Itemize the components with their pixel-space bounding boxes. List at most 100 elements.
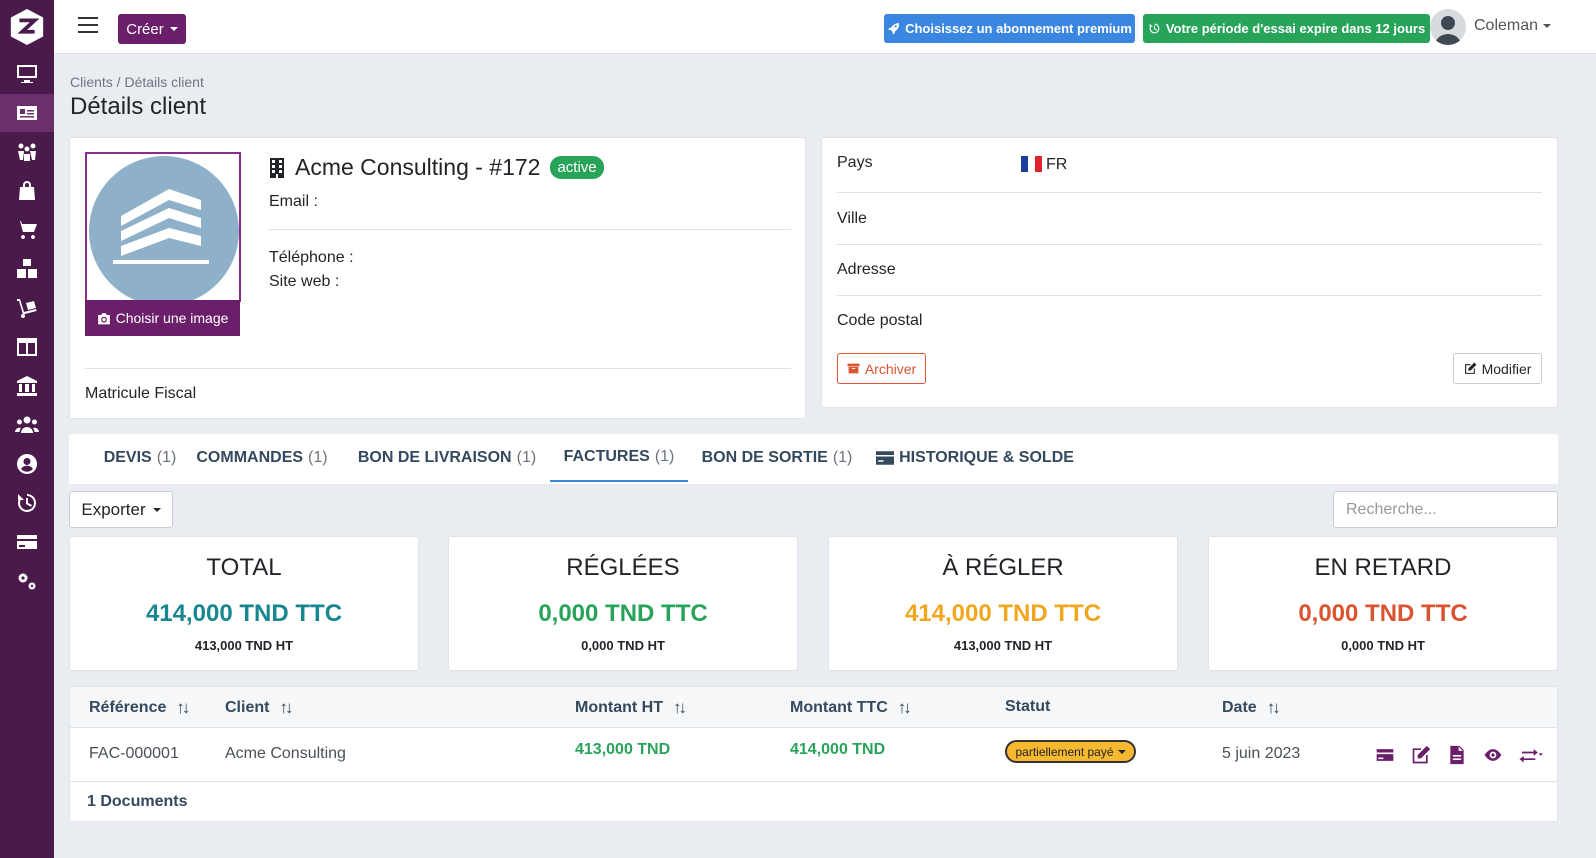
cell-date: 5 juin 2023 — [1222, 745, 1301, 762]
building-icon — [113, 189, 209, 264]
column-header-client[interactable]: Client ↑↓ — [225, 698, 293, 718]
column-label: Statut — [1005, 698, 1051, 715]
sidebar-item-layout[interactable] — [0, 328, 54, 366]
tab-commandes[interactable]: COMMANDES (1) — [187, 434, 337, 482]
sidebar-item-delivery[interactable] — [0, 289, 54, 327]
view-action-icon[interactable] — [1483, 745, 1505, 765]
tab-bon-de-sortie[interactable]: BON DE SORTIE (1) — [697, 434, 857, 482]
sidebar-item-contacts[interactable] — [0, 133, 54, 171]
trial-button[interactable]: Votre période d'essai expire dans 12 jou… — [1143, 14, 1430, 43]
convert-action-icon[interactable] — [1519, 745, 1547, 765]
sort-icon: ↑↓ — [897, 698, 912, 717]
address-label: Adresse — [837, 261, 896, 278]
divider — [269, 229, 791, 230]
tab-historique-solde[interactable]: HISTORIQUE & SOLDE — [875, 434, 1075, 482]
sidebar-item-clients[interactable] — [0, 94, 54, 132]
stat-title: À RÉGLER — [942, 554, 1064, 581]
stat-ttc: 414,000 TND TTC — [904, 600, 1102, 627]
pdf-action-icon[interactable] — [1447, 745, 1469, 765]
premium-button[interactable]: Choisissez un abonnement premium — [884, 14, 1135, 43]
camera-icon — [97, 312, 110, 324]
export-button[interactable]: Exporter — [69, 491, 173, 528]
stat-ht: 0,000 TND HT — [581, 638, 665, 653]
sort-icon: ↑↓ — [279, 698, 293, 717]
file-pdf-icon — [1450, 745, 1464, 765]
id-card-icon — [17, 106, 37, 120]
cart-icon — [16, 221, 37, 239]
search-input[interactable] — [1333, 491, 1558, 528]
sidebar-item-payments[interactable] — [0, 523, 54, 561]
payment-action-icon[interactable] — [1375, 745, 1397, 765]
history-icon — [17, 494, 36, 512]
column-header-date[interactable]: Date ↑↓ — [1222, 698, 1281, 718]
sidebar-item-profile[interactable] — [0, 445, 54, 483]
eye-icon — [1484, 749, 1502, 761]
users-icon — [15, 416, 39, 433]
edit-button[interactable]: Modifier — [1453, 353, 1542, 384]
choose-image-button[interactable]: Choisir une image — [85, 300, 240, 336]
trial-label: Votre période d'essai expire dans 12 jou… — [1165, 21, 1426, 36]
stat-title: EN RETARD — [1314, 554, 1452, 581]
tab-bon-de-livraison[interactable]: BON DE LIVRAISON (1) — [351, 434, 543, 482]
email-label: Email : — [269, 193, 318, 210]
status-badge: active — [550, 156, 604, 179]
stat-ttc: 414,000 TND TTC — [145, 600, 343, 627]
stat-title: TOTAL — [206, 554, 282, 581]
sort-icon: ↑↓ — [1266, 698, 1281, 717]
create-button-label: Créer — [126, 20, 164, 38]
dolly-icon — [17, 299, 37, 318]
sidebar-item-sales[interactable] — [0, 172, 54, 210]
user-menu[interactable]: Coleman — [1474, 17, 1552, 35]
status-dropdown[interactable]: partiellement payé — [1005, 740, 1136, 763]
column-label: Date — [1222, 699, 1257, 716]
menu-toggle-icon[interactable] — [78, 17, 98, 35]
sidebar-item-history[interactable] — [0, 484, 54, 522]
stat-ht: 0,000 TND HT — [1341, 638, 1425, 653]
building-icon — [270, 157, 284, 178]
table-row[interactable]: FAC-000001 Acme Consulting 413,000 TND 4… — [70, 728, 1557, 782]
country-label: Pays — [837, 154, 873, 171]
caret-down-icon — [1543, 24, 1552, 28]
stat-title: RÉGLÉES — [566, 554, 680, 581]
caret-down-icon — [169, 27, 178, 31]
client-heading: Acme Consulting - #172 active — [269, 154, 604, 181]
create-button[interactable]: Créer — [118, 14, 186, 44]
cell-montant-ht: 413,000 TND — [575, 741, 671, 758]
column-label: Référence — [89, 699, 167, 716]
tab-count: (1) — [832, 449, 853, 466]
edit-action-icon[interactable] — [1411, 745, 1433, 765]
breadcrumb[interactable]: Clients / Détails client — [70, 74, 204, 90]
column-header-montant-ttc[interactable]: Montant TTC ↑↓ — [790, 698, 912, 718]
tab-factures[interactable]: FACTURES (1) — [550, 434, 688, 482]
tab-devis[interactable]: DEVIS (1) — [81, 434, 199, 482]
sidebar-item-cart[interactable] — [0, 211, 54, 249]
sidebar-item-settings[interactable] — [0, 562, 54, 600]
avatar[interactable] — [1430, 9, 1466, 45]
country-code: FR — [1046, 156, 1068, 173]
sidebar-item-dashboard[interactable] — [0, 55, 54, 93]
rocket-icon — [888, 23, 900, 35]
app-logo-icon[interactable] — [8, 8, 46, 46]
people-group-icon — [18, 143, 36, 161]
sidebar-item-team[interactable] — [0, 406, 54, 444]
shopping-bag-icon — [19, 181, 35, 200]
stat-ttc: 0,000 TND TTC — [538, 600, 708, 627]
sidebar-item-bank[interactable] — [0, 367, 54, 405]
bank-icon — [17, 376, 37, 396]
stat-card-en-retard: EN RETARD 0,000 TND TTC 0,000 TND HT — [1208, 536, 1558, 671]
tab-count: (1) — [156, 449, 177, 466]
column-header-montant-ht[interactable]: Montant HT ↑↓ — [575, 698, 687, 718]
column-header-reference[interactable]: Référence ↑↓ — [89, 698, 190, 718]
choose-image-label: Choisir une image — [115, 310, 229, 326]
tab-label: BON DE LIVRAISON — [357, 449, 512, 466]
tab-label: FACTURES — [563, 448, 650, 465]
city-label: Ville — [837, 210, 867, 227]
postal-code-label: Code postal — [837, 312, 923, 329]
premium-label: Choisissez un abonnement premium — [905, 21, 1132, 36]
divider — [837, 295, 1542, 296]
tab-count: (1) — [308, 449, 328, 466]
sidebar-item-products[interactable] — [0, 250, 54, 288]
divider — [837, 244, 1542, 245]
sort-icon: ↑↓ — [672, 698, 687, 717]
archive-button[interactable]: Archiver — [837, 353, 926, 384]
